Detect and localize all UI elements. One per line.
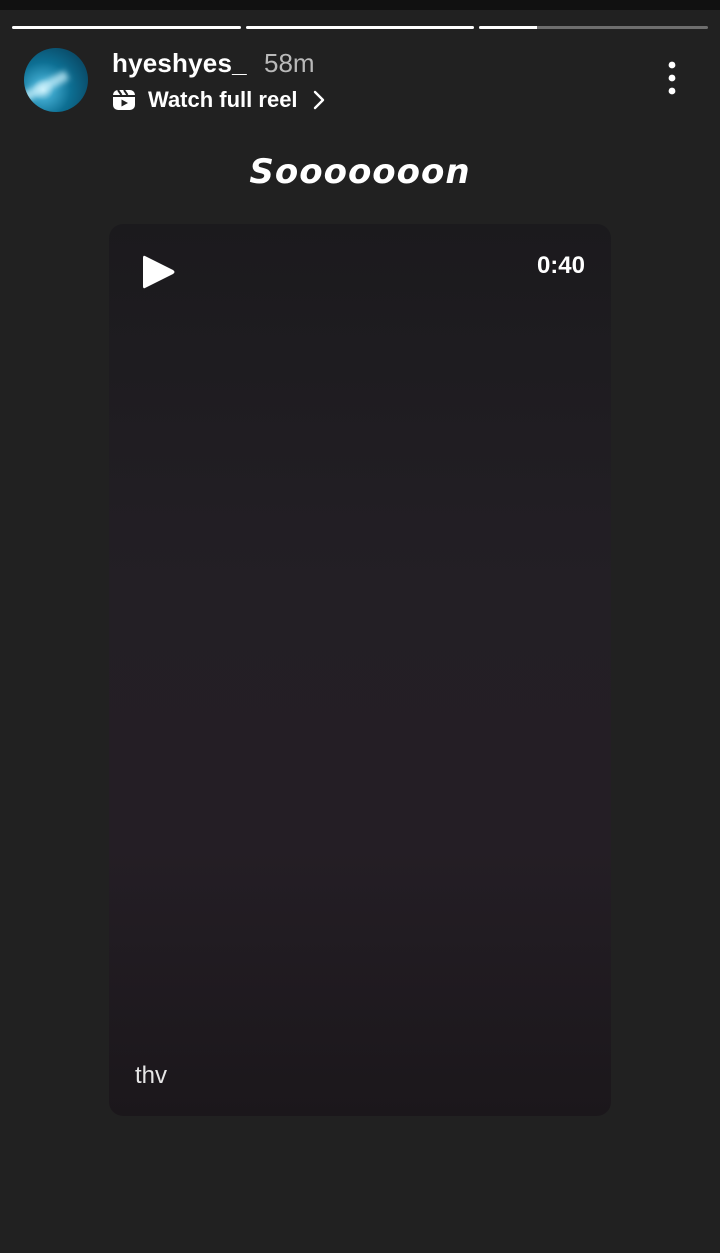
- play-icon[interactable]: [139, 252, 177, 292]
- progress-fill: [479, 26, 537, 29]
- post-time: 58m: [264, 48, 315, 78]
- story-caption: Sooooooon: [249, 152, 471, 192]
- reels-icon: [112, 88, 136, 112]
- chevron-right-icon: [312, 89, 326, 111]
- progress-fill: [12, 26, 241, 29]
- video-duration: 0:40: [536, 252, 585, 279]
- watch-full-reel-link[interactable]: Watch full reel: [112, 84, 326, 116]
- progress-segment: [479, 26, 709, 29]
- more-vertical-icon[interactable]: [664, 60, 680, 96]
- reel-preview-card[interactable]: 0:40 thv: [109, 224, 611, 1116]
- progress-segment: [245, 26, 475, 29]
- progress-segment: [12, 26, 241, 29]
- story-viewer: hyeshyes_ 58m Watch full reel Sooooooon: [0, 0, 720, 1253]
- avatar[interactable]: [24, 48, 88, 112]
- progress-fill: [245, 26, 475, 29]
- status-bar-strip: [0, 0, 720, 10]
- username[interactable]: hyeshyes_: [112, 48, 247, 79]
- story-progress-bar: [12, 26, 709, 30]
- watch-full-reel-label: Watch full reel: [148, 87, 298, 112]
- reel-author: thv: [135, 1062, 168, 1089]
